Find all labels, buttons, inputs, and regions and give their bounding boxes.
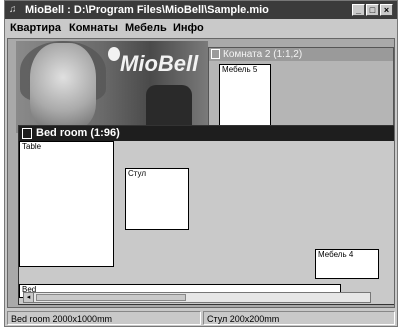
menu-item-apartment[interactable]: Квартира bbox=[10, 19, 61, 37]
bedroom-title: Bed room (1:96) bbox=[36, 127, 120, 139]
miobell-logo-image: MioBell bbox=[16, 41, 208, 133]
maximize-icon[interactable]: □ bbox=[366, 4, 379, 16]
room2-window[interactable]: Комната 2 (1:1,2) Мебель 5 bbox=[208, 47, 394, 137]
window-titlebar[interactable]: ♫ MioBell : D:\Program Files\MioBell\Sam… bbox=[5, 1, 397, 19]
furniture-item-mebel-4[interactable]: Мебель 4 bbox=[315, 249, 379, 279]
logo-chair-shape bbox=[146, 85, 192, 129]
room-canvas[interactable]: Table Стул Мебель 4 Bed bbox=[19, 141, 394, 298]
furniture-item-table[interactable]: Table bbox=[19, 141, 114, 267]
horizontal-scrollbar[interactable]: ◂ bbox=[23, 292, 371, 303]
scroll-left-icon[interactable]: ◂ bbox=[24, 293, 34, 302]
window-controls: _ □ × bbox=[352, 4, 393, 16]
status-bar: Bed room 2000x1000mm Стул 200x200mm bbox=[5, 310, 397, 326]
menu-item-info[interactable]: Инфо bbox=[173, 19, 204, 37]
logo-face-shape bbox=[30, 43, 96, 129]
scrollbar-thumb[interactable] bbox=[36, 294, 186, 301]
status-room-size: Bed room 2000x1000mm bbox=[7, 311, 201, 325]
room-window-icon bbox=[211, 49, 220, 59]
main-window: ♫ MioBell : D:\Program Files\MioBell\Sam… bbox=[4, 0, 398, 327]
logo-lamp-shape bbox=[108, 47, 120, 61]
bedroom-titlebar[interactable]: Bed room (1:96) bbox=[19, 126, 394, 141]
app-icon[interactable]: ♫ bbox=[9, 4, 21, 16]
status-selection-size: Стул 200x200mm bbox=[203, 311, 395, 325]
window-title: MioBell : D:\Program Files\MioBell\Sampl… bbox=[25, 4, 269, 16]
bedroom-window[interactable]: Bed room (1:96) Table Стул Мебель 4 Bed … bbox=[18, 125, 394, 305]
furniture-item-chair[interactable]: Стул bbox=[125, 168, 189, 230]
menu-item-rooms[interactable]: Комнаты bbox=[69, 19, 118, 37]
minimize-icon[interactable]: _ bbox=[352, 4, 365, 16]
close-icon[interactable]: × bbox=[380, 4, 393, 16]
room2-title: Комната 2 (1:1,2) bbox=[223, 49, 303, 60]
room2-titlebar[interactable]: Комната 2 (1:1,2) bbox=[209, 48, 393, 61]
menu-item-furniture[interactable]: Мебель bbox=[125, 19, 167, 37]
menu-bar: Квартира Комнаты Мебель Инфо bbox=[5, 19, 397, 37]
room-window-icon bbox=[22, 128, 32, 139]
logo-brand-text: MioBell bbox=[120, 51, 199, 76]
mdi-workspace: MioBell Комната 2 (1:1,2) Мебель 5 Bed r… bbox=[7, 38, 395, 308]
